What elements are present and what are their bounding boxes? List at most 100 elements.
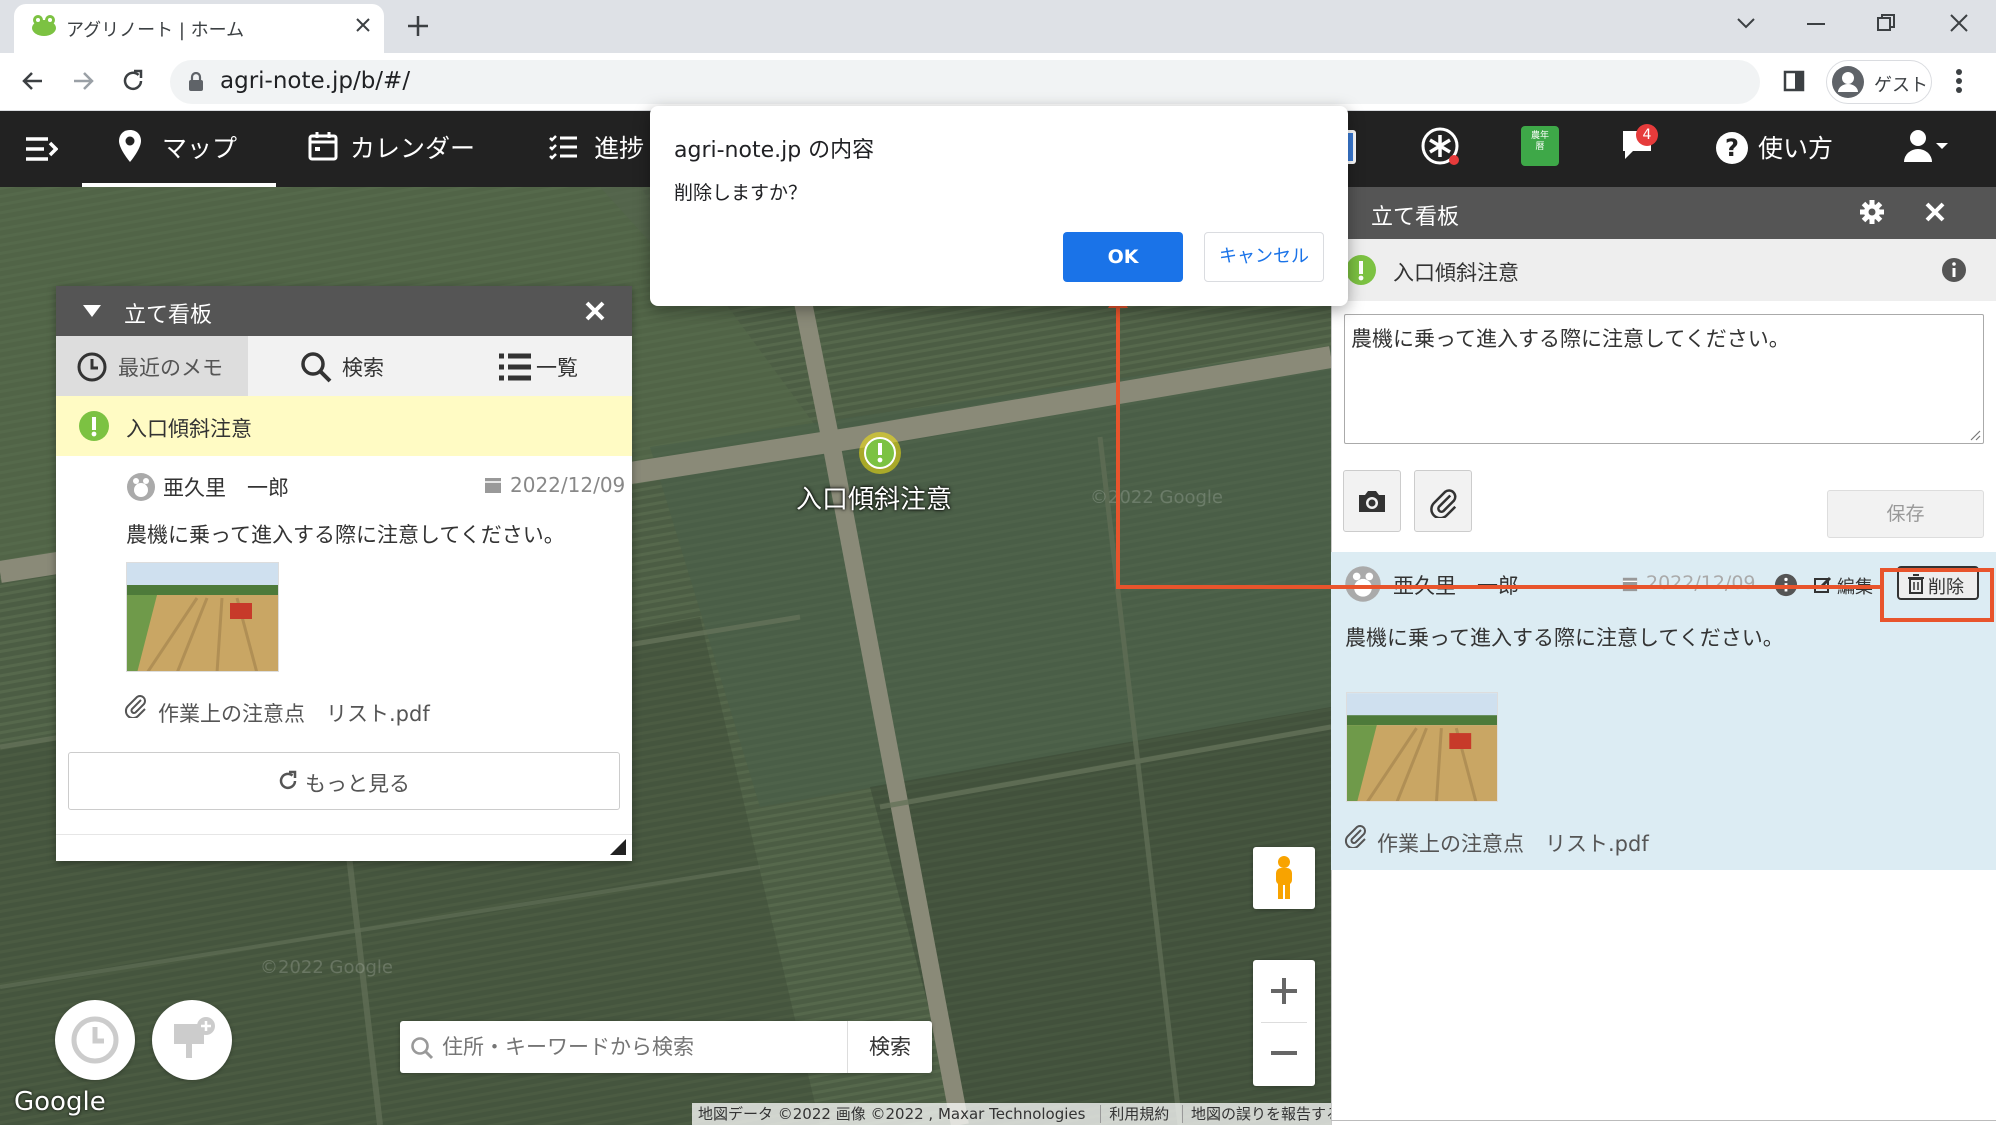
tab-label-search: 検索 <box>342 356 384 380</box>
new-tab-icon[interactable] <box>406 14 430 38</box>
search-icon <box>300 351 332 383</box>
attribution-text: 地図データ ©2022 画像 ©2022 , Maxar Technologie… <box>698 1105 1086 1123</box>
marker-label: 入口傾斜注意 <box>796 485 953 515</box>
calendar-small-icon <box>484 476 502 494</box>
more-button-label: もっと見る <box>305 772 410 796</box>
street-view-button[interactable] <box>1253 847 1315 909</box>
warning-marker-icon[interactable] <box>858 431 902 475</box>
clock-icon <box>71 1016 119 1064</box>
nav-label-progress: 進捗 <box>594 134 645 163</box>
dialog-message: 削除しますか？ <box>674 182 808 204</box>
save-button-label: 保存 <box>1886 503 1925 525</box>
list-icon <box>548 134 578 160</box>
memo-photo[interactable] <box>126 562 279 672</box>
help-button[interactable]: ? 使い方 <box>1712 128 1852 168</box>
notification-badge: 4 <box>1636 124 1658 146</box>
chevron-down-icon[interactable] <box>1736 16 1756 30</box>
forward-arrow-icon[interactable] <box>70 68 96 94</box>
refresh-icon <box>277 770 299 792</box>
map-search-button[interactable]: 検索 <box>847 1021 932 1073</box>
author-avatar-icon <box>126 472 156 502</box>
right-panel-header: 立て看板 <box>1331 187 1996 239</box>
panel-divider <box>56 834 632 835</box>
svg-text:?: ? <box>1725 134 1739 162</box>
tab-list[interactable]: 一覧 <box>440 336 632 396</box>
resize-handle-icon[interactable] <box>610 839 626 855</box>
farm-calendar-icon[interactable]: 農年 暦 <box>1521 126 1559 166</box>
close-icon[interactable] <box>584 300 606 322</box>
map-search-input[interactable] <box>440 1029 840 1065</box>
dialog-cancel-button[interactable]: キャンセル <box>1204 232 1324 282</box>
help-label: 使い方 <box>1758 134 1834 163</box>
terms-link[interactable]: 利用規約 <box>1100 1105 1170 1123</box>
profile-button[interactable]: ゲスト <box>1826 60 1932 104</box>
add-sign-button[interactable] <box>152 1000 232 1080</box>
minimize-icon[interactable] <box>1806 22 1826 26</box>
restore-icon[interactable] <box>1876 13 1896 33</box>
comment-photo[interactable] <box>1346 692 1498 802</box>
zoom-divider <box>1261 1022 1307 1023</box>
dialog-ok-button[interactable]: OK <box>1063 232 1183 282</box>
menu-toggle-icon[interactable] <box>24 136 58 162</box>
paperclip-icon <box>1344 824 1368 848</box>
confirm-dialog: agri-note.jp の内容 削除しますか？ OK キャンセル <box>650 106 1348 306</box>
tab-recent-memo[interactable]: 最近のメモ <box>56 336 248 396</box>
signboard-add-icon <box>170 1016 216 1062</box>
highlight-delete-box <box>1880 568 1994 622</box>
textarea-resize-icon[interactable] <box>1969 429 1981 441</box>
collapse-triangle-icon[interactable] <box>82 304 102 318</box>
paperclip-icon <box>124 694 148 718</box>
more-button[interactable]: もっと見る <box>68 752 620 810</box>
warning-icon <box>1345 254 1377 286</box>
nav-item-calendar[interactable]: カレンダー <box>298 111 498 187</box>
warning-icon <box>78 410 110 442</box>
map-pin-icon <box>118 129 142 163</box>
question-icon: ? <box>1715 131 1749 165</box>
tab-label-recent: 最近のメモ <box>118 356 223 380</box>
left-panel-tabs: 最近のメモ 検索 一覧 <box>56 336 632 396</box>
kebab-menu-icon[interactable] <box>1955 68 1963 94</box>
farm-calendar-label: 農年 暦 <box>1530 131 1549 152</box>
browser-tab[interactable]: アグリノート | ホーム <box>14 4 384 53</box>
profile-label: ゲスト <box>1874 75 1928 96</box>
reload-icon[interactable] <box>120 68 146 94</box>
zoom-in-icon[interactable] <box>1269 976 1299 1006</box>
memo-date: 2022/12/09 <box>510 473 626 497</box>
sidepanel-icon[interactable] <box>1783 70 1805 92</box>
dialog-cancel-label: キャンセル <box>1219 246 1309 267</box>
memo-item-header[interactable]: 入口傾斜注意 <box>56 396 632 456</box>
report-link[interactable]: 地図の誤りを報告する <box>1182 1105 1331 1123</box>
zoom-out-icon[interactable] <box>1269 1050 1299 1056</box>
tab-search[interactable]: 検索 <box>248 336 440 396</box>
panel-bottom-line <box>1331 1120 1996 1121</box>
info-icon[interactable] <box>1941 257 1967 283</box>
back-arrow-icon[interactable] <box>20 68 46 94</box>
close-icon[interactable] <box>1924 201 1946 223</box>
window-close-icon[interactable] <box>1949 13 1969 33</box>
map-attribution: 地図データ ©2022 画像 ©2022 , Maxar Technologie… <box>692 1103 1331 1125</box>
asterisk-settings-icon[interactable] <box>1420 126 1462 168</box>
lock-icon <box>188 72 204 92</box>
memo-attachment[interactable]: 作業上の注意点 リスト.pdf <box>158 698 430 728</box>
nav-item-progress[interactable]: 進捗 <box>540 111 650 187</box>
memo-title: 入口傾斜注意 <box>126 417 252 441</box>
annotation-arrow <box>1108 292 1880 589</box>
history-button[interactable] <box>55 1000 135 1080</box>
url-text: agri-note.jp/b/#/ <box>220 68 411 94</box>
pegman-icon <box>1270 855 1298 901</box>
left-panel-header[interactable]: 立て看板 <box>56 286 632 336</box>
nav-label-calendar: カレンダー <box>350 134 476 163</box>
map-watermark-2: ©2022 Google <box>260 957 394 978</box>
comment-attachment[interactable]: 作業上の注意点 リスト.pdf <box>1377 828 1649 858</box>
user-menu-icon[interactable] <box>1904 128 1952 164</box>
left-panel-title: 立て看板 <box>124 303 213 328</box>
close-icon[interactable] <box>354 16 372 34</box>
google-logo: Google <box>14 1087 106 1117</box>
dialog-title: agri-note.jp の内容 <box>674 138 875 163</box>
omnibox[interactable]: agri-note.jp/b/#/ <box>170 60 1760 104</box>
memo-author: 亜久里 一郎 <box>163 476 289 500</box>
sign-title: 入口傾斜注意 <box>1393 261 1519 285</box>
dialog-ok-label: OK <box>1107 246 1139 268</box>
gear-icon[interactable] <box>1859 199 1885 225</box>
nav-item-map[interactable]: マップ <box>82 111 276 187</box>
